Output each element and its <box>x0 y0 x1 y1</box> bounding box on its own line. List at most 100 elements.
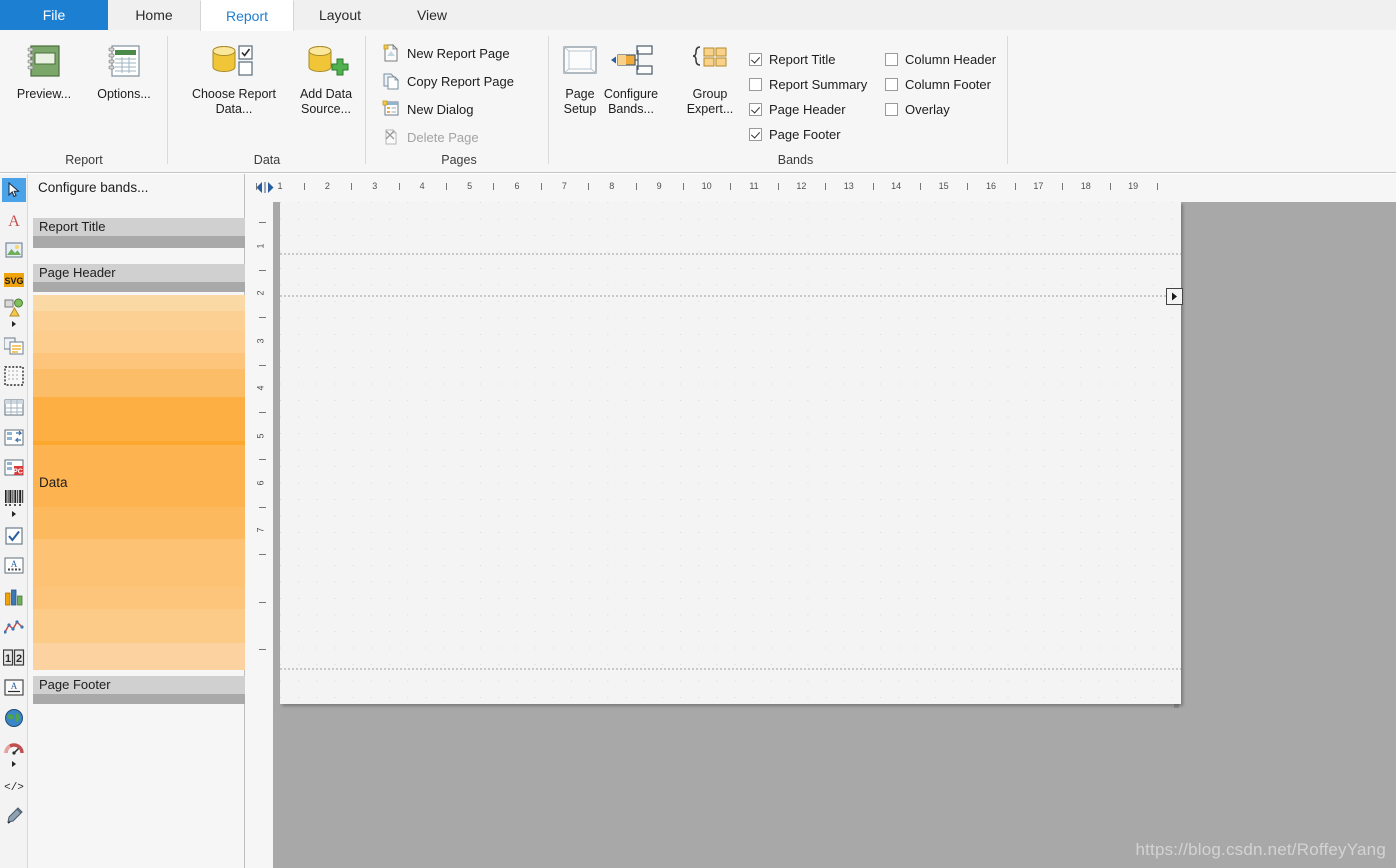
ruler-minor-tick <box>259 554 266 556</box>
crosstab-icon[interactable] <box>2 426 26 450</box>
ruler-tick-label: 4 <box>255 385 266 391</box>
configure-bands-link[interactable]: Configure bands... <box>38 180 148 195</box>
checkbox-column-header[interactable]: Column Header <box>885 49 996 69</box>
checkbox-report-summary[interactable]: Report Summary <box>749 74 867 94</box>
group-expert-label-2: Expert... <box>686 102 734 116</box>
band-report-title-label: Report Title <box>33 218 245 236</box>
picture-icon[interactable] <box>2 238 26 262</box>
checkbox-overlay-label: Overlay <box>905 101 950 117</box>
group-expert-button[interactable]: Group Expert... <box>675 38 745 117</box>
ruler-minor-tick <box>730 183 732 190</box>
checkbox-page-footer-box[interactable] <box>749 127 762 141</box>
checkbox-report-title[interactable]: Report Title <box>749 49 835 69</box>
tab-layout[interactable]: Layout <box>294 0 386 30</box>
new-report-page-button[interactable]: New Report Page <box>380 42 510 64</box>
ruler-tick-label: 10 <box>701 181 712 191</box>
horizontal-ruler[interactable]: 1 2 3 4 5 6 7 8 9 10 11 12 13 14 15 16 17 18 19 <box>245 174 1396 202</box>
preview-icon <box>6 38 82 84</box>
band-separator-line <box>280 668 1181 670</box>
checkbox-report-summary-label: Report Summary <box>769 76 868 92</box>
checkbox-column-footer[interactable]: Column Footer <box>885 74 991 94</box>
ruler-minor-tick <box>259 411 266 413</box>
vertical-ruler[interactable]: 1 2 3 4 5 6 7 <box>245 202 273 868</box>
svg-text:A: A <box>8 213 20 229</box>
ruler-tick-label: 18 <box>1080 181 1091 191</box>
checkbox-column-header-box[interactable] <box>885 52 898 66</box>
add-data-source-label-1: Add Data <box>299 87 353 101</box>
checkbox-page-header-box[interactable] <box>749 102 762 116</box>
ribbon-group-pages: New Report Page Copy Report Page New Dia… <box>366 30 597 173</box>
new-dialog-button[interactable]: New Dialog <box>380 98 473 120</box>
design-work-area[interactable] <box>273 202 1396 868</box>
checkbox-page-header[interactable]: Page Header <box>749 99 846 119</box>
band-page-header[interactable]: Page Header <box>33 264 245 292</box>
pdf-content-icon[interactable]: PC <box>2 456 26 480</box>
ruler-minor-tick <box>493 183 495 190</box>
rich-text-icon[interactable] <box>2 334 26 358</box>
new-report-page-icon <box>380 43 402 63</box>
map-icon[interactable] <box>2 706 26 730</box>
checkbox-page-footer-label: Page Footer <box>769 126 841 142</box>
sparkline-icon[interactable] <box>2 616 26 640</box>
checkbox-report-summary-box[interactable] <box>749 77 762 91</box>
ruler-tick-label: 16 <box>985 181 997 191</box>
preview-button[interactable]: Preview... <box>6 38 82 102</box>
tab-report[interactable]: Report <box>200 0 294 31</box>
gauge-icon[interactable] <box>2 736 26 760</box>
checkbox-icon[interactable] <box>2 524 26 548</box>
tab-file[interactable]: File <box>0 0 108 30</box>
checkbox-overlay-box[interactable] <box>885 102 898 116</box>
subreport-icon[interactable] <box>2 364 26 388</box>
page-number-icon[interactable]: 12 <box>2 646 26 670</box>
band-page-footer[interactable]: Page Footer <box>33 676 245 704</box>
tab-view[interactable]: View <box>386 0 478 30</box>
choose-report-data-button[interactable]: Choose Report Data... <box>186 38 282 117</box>
ruler-minor-tick <box>259 601 266 603</box>
gauge-dropdown-icon[interactable] <box>2 758 26 770</box>
ruler-tick-label: 9 <box>656 181 662 191</box>
report-page-canvas[interactable] <box>280 202 1183 704</box>
barcode-dropdown-icon[interactable] <box>2 508 26 520</box>
ribbon-group-bands-label: Bands <box>777 153 814 167</box>
ruler-tick-label: 3 <box>255 338 266 344</box>
checkbox-overlay[interactable]: Overlay <box>885 99 950 119</box>
configure-bands-button[interactable]: Configure Bands... <box>591 38 671 117</box>
code-icon[interactable]: </> <box>2 774 26 798</box>
tab-home[interactable]: Home <box>108 0 200 30</box>
table-icon[interactable] <box>2 396 26 420</box>
page-info-icon[interactable]: A <box>2 676 26 700</box>
svg-icon[interactable]: SVG <box>2 268 26 292</box>
shape-icon[interactable] <box>2 296 26 320</box>
signature-icon[interactable] <box>2 804 26 828</box>
checkbox-column-footer-box[interactable] <box>885 77 898 91</box>
ruler-minor-tick <box>540 183 542 190</box>
shape-dropdown-icon[interactable] <box>2 318 26 330</box>
checkbox-column-header-label: Column Header <box>905 51 997 67</box>
band-page-header-body <box>33 282 245 292</box>
chart-icon[interactable] <box>2 586 26 610</box>
pointer-icon[interactable] <box>2 178 26 202</box>
barcode-icon[interactable] <box>2 486 26 510</box>
copy-report-page-button[interactable]: Copy Report Page <box>380 70 514 92</box>
band-separator-line <box>280 295 1181 297</box>
zipcode-icon[interactable]: A <box>2 554 26 578</box>
text-icon[interactable]: A <box>2 208 26 232</box>
delete-page-button[interactable]: Delete Page <box>380 126 479 148</box>
ruler-tick-label: 2 <box>324 181 330 191</box>
checkbox-report-title-box[interactable] <box>749 52 762 66</box>
expand-band-button[interactable] <box>1166 288 1183 305</box>
band-data-label: Data <box>39 475 68 490</box>
band-report-title[interactable]: Report Title <box>33 218 245 248</box>
ruler-minor-tick <box>351 183 353 190</box>
copy-report-page-icon <box>380 71 402 91</box>
ruler-tick-label: 14 <box>891 181 902 191</box>
add-data-source-button[interactable]: Add Data Source... <box>290 38 362 117</box>
ruler-tick-label: 19 <box>1128 181 1139 191</box>
options-icon <box>86 38 162 84</box>
ribbon-group-pages-label: Pages <box>441 153 477 167</box>
tab-report-label: Report <box>225 8 269 24</box>
checkbox-page-footer[interactable]: Page Footer <box>749 124 841 144</box>
ruler-nav-arrows[interactable] <box>255 180 279 194</box>
options-button[interactable]: Options... <box>86 38 162 102</box>
ruler-minor-tick <box>259 364 266 366</box>
